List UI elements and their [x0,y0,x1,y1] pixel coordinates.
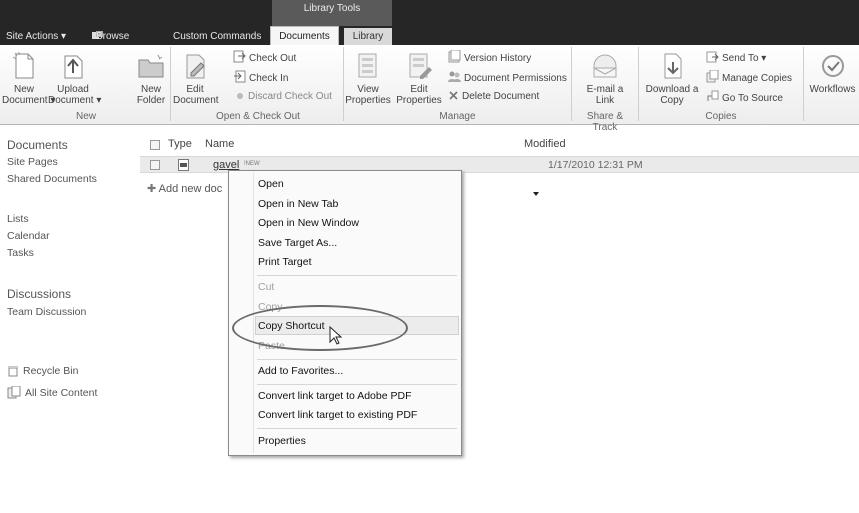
menu-item-save-target[interactable]: Save Target As... [258,237,337,249]
new-folder-icon [138,54,164,78]
column-header-type[interactable]: Type [168,138,192,150]
delete-icon [449,91,458,100]
menu-separator [257,275,457,276]
all-site-content-icon [7,385,21,399]
workflows-icon [821,55,844,77]
view-properties-icon [358,53,377,78]
word-document-icon [178,159,189,171]
discard-check-out-button[interactable]: Discard Check Out [235,90,332,104]
nav-tasks[interactable]: Tasks [7,247,34,259]
group-new-label: New [75,111,96,122]
tab-library[interactable]: Library [344,28,392,45]
menu-separator [257,428,457,429]
menu-item-properties[interactable]: Properties [258,435,306,447]
menu-item-convert-adobe-pdf[interactable]: Convert link target to Adobe PDF [258,390,412,402]
nav-recycle-bin[interactable]: Recycle Bin [7,365,78,377]
menu-item-open[interactable]: Open [258,178,284,190]
group-separator [638,47,639,121]
check-out-button[interactable]: Check Out [233,50,296,64]
manage-copies-icon [706,69,719,83]
new-badge: !NEW [244,161,260,167]
view-properties-button[interactable]: View Properties [344,51,392,106]
edit-document-button[interactable]: Edit Document [173,51,219,106]
email-link-icon [593,54,617,78]
send-to-icon [706,51,719,63]
nav-team-discussion[interactable]: Team Discussion [7,306,86,318]
nav-lists-heading[interactable]: Lists [7,213,29,225]
menu-item-open-new-tab[interactable]: Open in New Tab [258,198,338,210]
download-copy-icon [664,53,682,79]
group-manage-label: Manage [439,111,476,122]
go-to-source-button[interactable]: Go To Source [706,90,783,104]
new-folder-button[interactable]: New Folder [134,51,168,106]
email-link-button[interactable]: E-mail a Link [574,51,636,106]
tab-browse[interactable]: Browse [96,28,129,45]
nav-site-pages[interactable]: Site Pages [7,156,58,168]
edit-document-icon [186,54,205,79]
group-separator [170,47,171,121]
group-copies-label: Copies [705,111,737,122]
menu-item-cut[interactable]: Cut [258,281,274,293]
edit-properties-button[interactable]: Edit Properties [395,51,443,106]
nav-calendar[interactable]: Calendar [7,230,50,242]
menu-item-print-target[interactable]: Print Target [258,256,312,268]
item-menu-dropdown[interactable] [533,192,539,196]
upload-document-icon [64,55,83,79]
delete-document-button[interactable]: Delete Document [448,90,539,104]
menu-item-open-new-window[interactable]: Open in New Window [258,217,359,229]
site-actions-menu[interactable]: Site Actions ▾ [6,28,66,45]
tab-documents[interactable]: Documents [270,26,339,45]
discard-icon [237,93,243,99]
permissions-icon [448,71,461,82]
select-all-checkbox[interactable] [150,140,160,150]
plus-icon: ✚ [147,183,159,195]
check-in-button[interactable]: Check In [233,70,288,84]
column-header-modified[interactable]: Modified [524,138,566,150]
document-permissions-button[interactable]: Document Permissions [448,70,567,84]
recycle-bin-icon [8,366,18,377]
menu-item-add-favorites[interactable]: Add to Favorites... [258,365,343,377]
mouse-cursor-icon [329,326,343,345]
upload-document-button[interactable]: Upload Document ▾ [48,51,101,106]
add-new-document-link[interactable]: ✚ Add new doc [147,182,222,195]
library-tools-label: Library Tools [272,0,392,26]
nav-discussions-heading[interactable]: Discussions [7,287,71,301]
nav-documents-heading[interactable]: Documents [7,138,68,152]
manage-copies-button[interactable]: Manage Copies [706,69,792,84]
version-history-button[interactable]: Version History [448,49,531,64]
menu-item-convert-existing-pdf[interactable]: Convert link target to existing PDF [258,409,417,421]
column-header-name[interactable]: Name [205,138,234,150]
ribbon: New Document ▾ Upload Document ▾ New Folder… [0,45,859,133]
download-copy-button[interactable]: Download a Copy [641,51,703,106]
tab-custom-commands[interactable]: Custom Commands [173,28,261,45]
nav-all-site-content[interactable]: All Site Content [7,385,97,399]
group-separator [803,47,804,121]
top-bar: Library Tools Site Actions ▾ Browse Cust… [0,0,859,45]
check-in-icon [234,70,246,83]
modified-date: 1/17/2010 12:31 PM [548,159,643,171]
version-history-icon [448,49,461,63]
edit-properties-icon [409,53,432,79]
row-checkbox[interactable] [150,160,160,170]
menu-separator [257,359,457,360]
annotation-oval [232,305,408,351]
new-document-button[interactable]: New Document ▾ [2,51,55,106]
check-out-icon [233,50,246,63]
go-to-source-icon [707,90,719,101]
send-to-button[interactable]: Send To ▾ [706,50,766,64]
group-open-checkout-label: Open & Check Out [216,111,300,122]
new-document-icon [12,52,34,79]
nav-shared-documents[interactable]: Shared Documents [7,173,97,185]
menu-separator [257,384,457,385]
left-navigation: Documents Site Pages Shared Documents Li… [0,126,140,513]
workflows-button[interactable]: Workflows [806,51,859,95]
group-separator [571,47,572,121]
